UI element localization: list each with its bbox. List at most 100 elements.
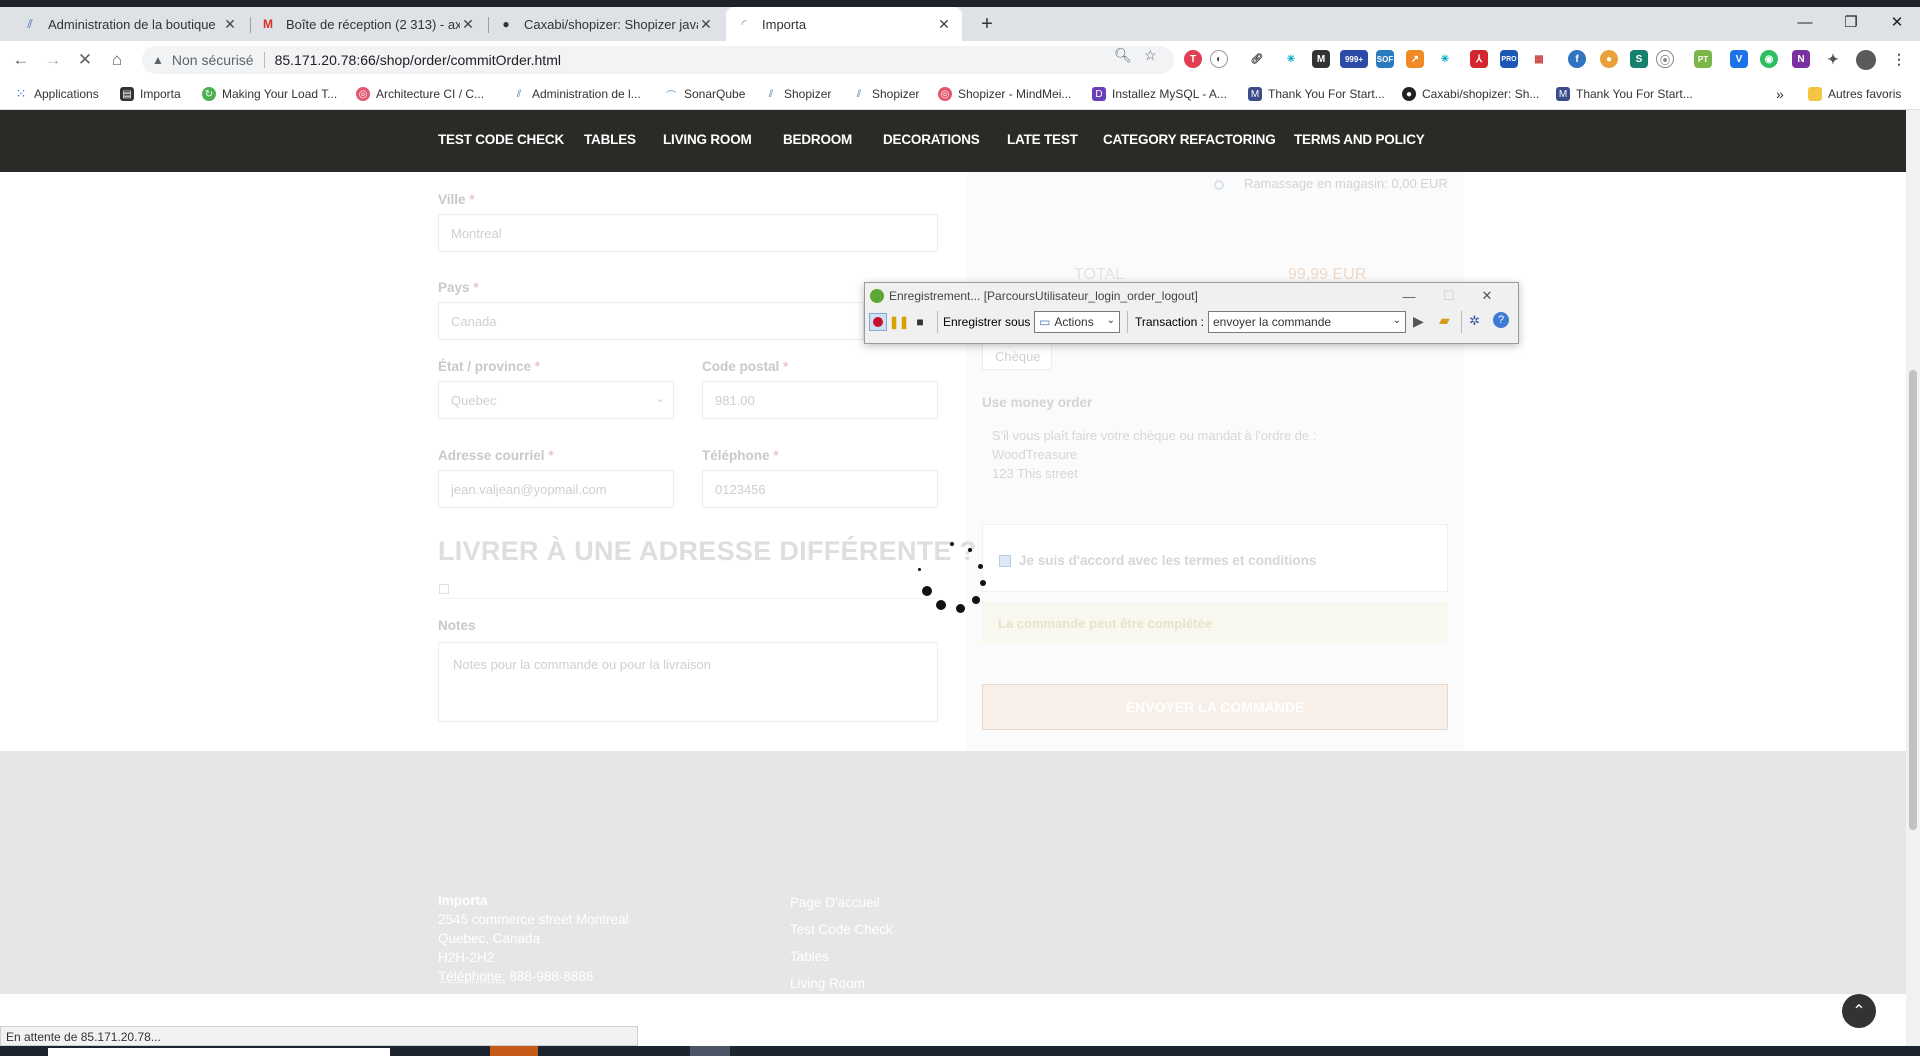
bookmark-shopizer-2[interactable]: ⫽ Shopizer: [852, 83, 919, 105]
react-icon[interactable]: ✳: [1436, 50, 1454, 68]
help-icon[interactable]: ?: [1493, 312, 1509, 328]
back-button[interactable]: ←: [6, 45, 36, 75]
instagram-icon[interactable]: ◙: [526, 1002, 533, 1016]
pdf-icon[interactable]: ⅄: [1470, 50, 1488, 68]
home-button[interactable]: ⌂: [102, 45, 132, 75]
bookmark-sonarqube[interactable]: ⌒ SonarQube: [664, 83, 745, 105]
bookmark-thank-you-2[interactable]: M Thank You For Start...: [1556, 83, 1693, 105]
nav-late-test[interactable]: LATE TEST: [1007, 132, 1078, 147]
extension-icon[interactable]: M: [1312, 50, 1330, 68]
footer-link-living-room[interactable]: Living Room: [790, 976, 865, 991]
footer-link-bedroom[interactable]: Bedroom: [790, 1004, 845, 1019]
state-select[interactable]: Quebec ⌄: [438, 381, 674, 419]
footer-link-test-code-check[interactable]: Test Code Check: [790, 922, 893, 937]
minimize-icon[interactable]: —: [1399, 286, 1419, 306]
evernote-icon[interactable]: ◉: [1760, 50, 1778, 68]
nav-bedroom[interactable]: BEDROOM: [783, 132, 852, 147]
cookie-icon[interactable]: ●: [1600, 50, 1618, 68]
next-arrow-icon[interactable]: ▶: [1413, 313, 1424, 330]
payment-tab-cheque[interactable]: Chèque: [982, 342, 1052, 370]
close-icon[interactable]: ✕: [1477, 286, 1497, 306]
extension-icon[interactable]: ◐: [1210, 50, 1228, 68]
taskbar-item[interactable]: [48, 1048, 390, 1056]
link-icon[interactable]: 🔗︎: [1248, 50, 1266, 68]
puzzle-icon[interactable]: ✦: [1824, 50, 1842, 68]
footer-link-decorations[interactable]: Decorations: [790, 1031, 862, 1046]
bookmark-mysql[interactable]: D Installez MySQL - A...: [1092, 83, 1227, 105]
close-icon[interactable]: ✕: [936, 16, 952, 33]
grid-icon[interactable]: ▦: [1530, 50, 1548, 68]
nav-living-room[interactable]: LIVING ROOM: [663, 132, 752, 147]
ship-different-checkbox[interactable]: [439, 584, 449, 594]
extension-icon[interactable]: V: [1730, 50, 1748, 68]
close-window-button[interactable]: ✕: [1874, 7, 1920, 37]
nav-category-refactoring[interactable]: CATEGORY REFACTORING: [1103, 132, 1276, 147]
phone-input[interactable]: 0123456: [702, 470, 938, 508]
taskbar-item[interactable]: [690, 1046, 730, 1056]
taskbar-item[interactable]: [490, 1046, 538, 1056]
extension-icon[interactable]: PRO: [1500, 50, 1518, 68]
bookmark-other[interactable]: Autres favoris: [1808, 83, 1901, 105]
extension-icon[interactable]: 999+: [1340, 50, 1368, 68]
postal-input[interactable]: 981.00: [702, 381, 938, 419]
url-text[interactable]: 85.171.20.78:66/shop/order/commitOrder.h…: [275, 52, 561, 68]
bookmark-making-load[interactable]: ↻ Making Your Load T...: [202, 83, 337, 105]
address-bar[interactable]: ▲ Non sécurisé 85.171.20.78:66/shop/orde…: [142, 46, 1174, 74]
extension-icon[interactable]: f: [1568, 50, 1586, 68]
extension-icon[interactable]: PT: [1694, 50, 1712, 68]
onenote-icon[interactable]: N: [1792, 50, 1810, 68]
new-tab-button[interactable]: +: [974, 11, 1000, 37]
close-icon[interactable]: ✕: [460, 16, 476, 33]
menu-icon[interactable]: ⋮: [1890, 50, 1908, 68]
pause-button[interactable]: ❚❚: [889, 313, 909, 331]
avatar[interactable]: [1856, 50, 1876, 70]
bookmark-admin[interactable]: ⫽ Administration de l...: [512, 83, 641, 105]
extension-icon[interactable]: ↗: [1406, 50, 1424, 68]
nav-test-code-check[interactable]: TEST CODE CHECK: [438, 132, 564, 147]
tab-gmail[interactable]: M Boîte de réception (2 313) - axel ✕: [250, 7, 486, 41]
email-input[interactable]: jean.valjean@yopmail.com: [438, 470, 674, 508]
notes-textarea[interactable]: Notes pour la commande ou pour la livrai…: [438, 642, 938, 722]
zoom-icon[interactable]: 🔍︎: [1114, 47, 1132, 64]
footer-link-tables[interactable]: Tables: [790, 949, 829, 964]
tab-importa[interactable]: ◜ Importa ✕: [726, 7, 962, 41]
extension-icon[interactable]: ⦿: [1656, 50, 1674, 68]
bookmark-mindmeister[interactable]: ◎ Shopizer - MindMei...: [938, 83, 1071, 105]
stop-button[interactable]: ✕: [70, 45, 100, 75]
open-folder-icon[interactable]: ▰: [1439, 312, 1450, 329]
record-button[interactable]: [869, 313, 887, 331]
nav-tables[interactable]: TABLES: [584, 132, 636, 147]
pickup-radio[interactable]: [1214, 180, 1224, 190]
react-icon[interactable]: ✳: [1282, 50, 1300, 68]
pinterest-icon[interactable]: ℗: [492, 1002, 501, 1016]
nav-terms-and-policy[interactable]: TERMS AND POLICY: [1294, 132, 1425, 147]
bookmark-caxabi[interactable]: ● Caxabi/shopizer: Sh...: [1402, 83, 1539, 105]
star-icon[interactable]: ☆: [1144, 47, 1157, 64]
country-select[interactable]: Canada: [438, 302, 864, 340]
nav-decorations[interactable]: DECORATIONS: [883, 132, 980, 147]
footer-link-home[interactable]: Page D'accueil: [790, 895, 880, 910]
bookmarks-overflow[interactable]: »: [1776, 83, 1784, 105]
forward-button[interactable]: →: [38, 45, 68, 75]
bookmark-apps[interactable]: ⁙ Applications: [14, 83, 99, 105]
bookmark-importa[interactable]: ▤ Importa: [120, 83, 181, 105]
close-icon[interactable]: ✕: [698, 16, 714, 33]
city-input[interactable]: Montreal: [438, 214, 938, 252]
tab-github[interactable]: ● Caxabi/shopizer: Shopizer java e ✕: [488, 7, 724, 41]
tab-admin-boutique[interactable]: ⫽ Administration de la boutique ✕: [12, 7, 248, 41]
close-icon[interactable]: ✕: [222, 16, 238, 33]
scrollbar-thumb[interactable]: [1909, 370, 1917, 830]
terms-checkbox[interactable]: [999, 555, 1011, 567]
extension-icon[interactable]: T: [1184, 50, 1202, 68]
save-as-select[interactable]: ▭ Actions ⌄: [1034, 311, 1120, 333]
scrollbar[interactable]: [1906, 110, 1920, 1056]
restore-button[interactable]: ❐: [1828, 7, 1874, 37]
facebook-icon[interactable]: f: [460, 1003, 463, 1017]
extension-icon[interactable]: S: [1630, 50, 1648, 68]
tools-icon[interactable]: ✲: [1469, 313, 1480, 329]
extension-icon[interactable]: SOF: [1376, 50, 1394, 68]
bookmark-architecture[interactable]: ◎ Architecture CI / C...: [356, 83, 484, 105]
transaction-select[interactable]: envoyer la commande ⌄: [1208, 311, 1406, 333]
maximize-icon[interactable]: ☐: [1439, 286, 1459, 306]
scroll-to-top-button[interactable]: ⌃: [1842, 994, 1876, 1028]
